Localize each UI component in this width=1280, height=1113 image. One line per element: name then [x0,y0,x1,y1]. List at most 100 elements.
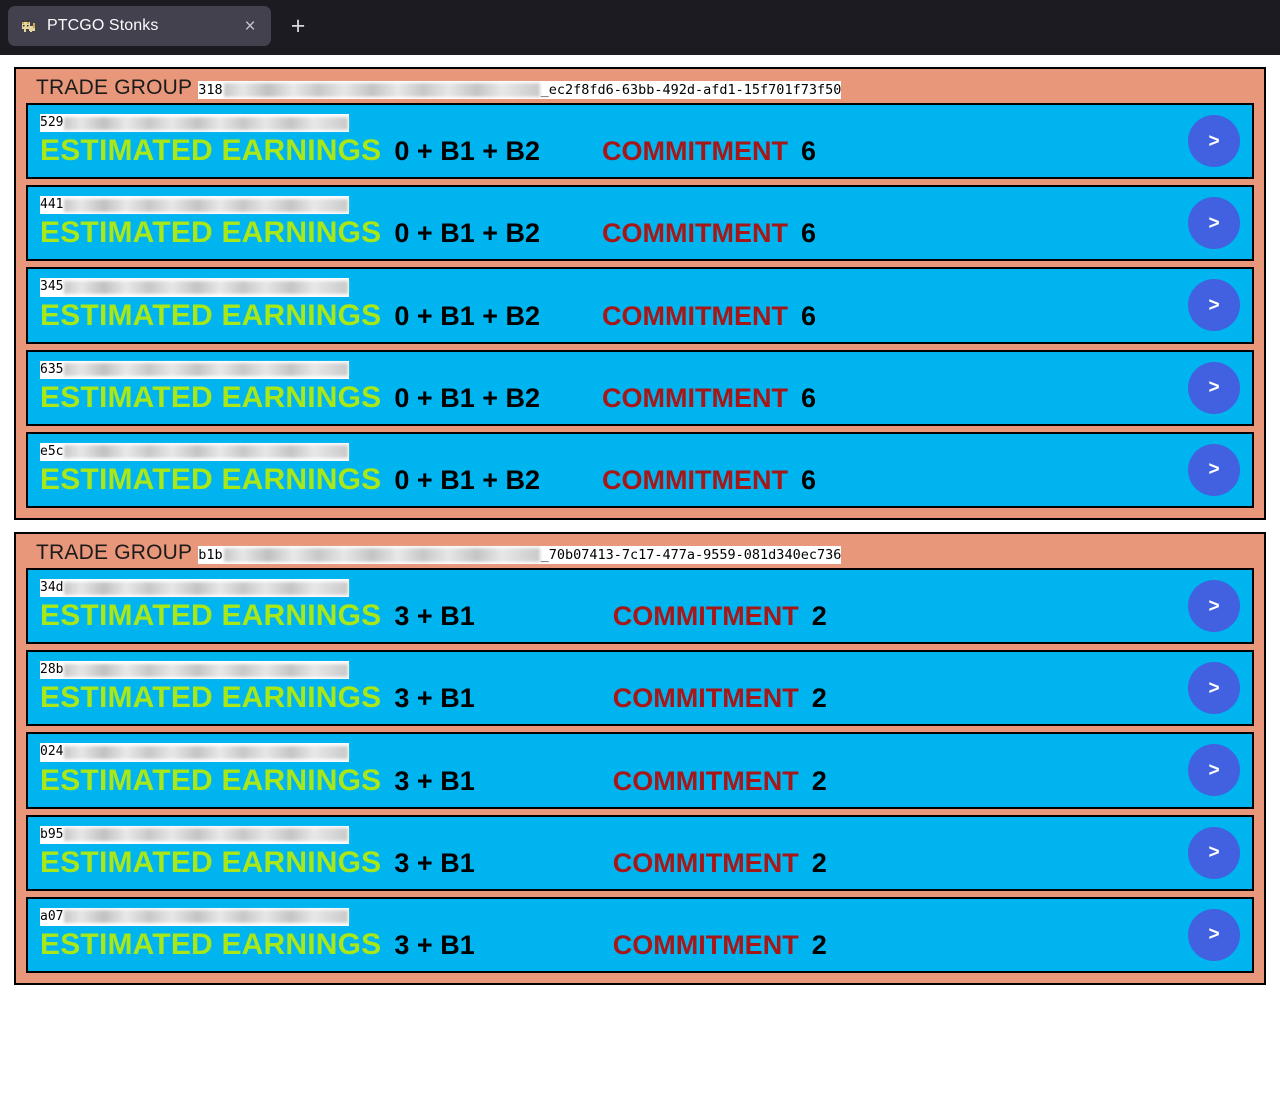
commitment-value: 2 [811,765,827,796]
chevron-right-icon: > [1208,924,1220,946]
trade-card-stats: ESTIMATED EARNINGS 0 + B1 + B2 COMMITMEN… [40,381,1242,415]
trade-card-2-2[interactable]: 28b ESTIMATED EARNINGS 3 + B1 COMMITMENT… [26,650,1254,727]
redacted-id-region [64,910,349,924]
redacted-id-region [64,363,349,377]
redacted-id-region [64,828,349,842]
trade-group-id: 318 _ec2f8fd6-63bb-492d-afd1-15f701f73f50 [198,81,842,100]
estimated-earnings-value: 3 + B1 [394,765,475,796]
trade-card-1-4[interactable]: 635 ESTIMATED EARNINGS 0 + B1 + B2 COMMI… [26,349,1254,426]
estimated-earnings-value: 3 + B1 [394,929,475,960]
trade-card-id-prefix: 024 [40,744,64,760]
open-trade-button[interactable]: > [1188,361,1240,414]
commitment-value: 2 [811,929,827,960]
commitment-value: 6 [800,382,816,413]
trade-group-header: TRADE GROUP 318 _ec2f8fd6-63bb-492d-afd1-… [26,75,1254,103]
trade-card-stats: ESTIMATED EARNINGS 3 + B1 COMMITMENT 2 [40,846,1242,880]
trade-card-stats: ESTIMATED EARNINGS 3 + B1 COMMITMENT 2 [40,599,1242,633]
trade-card-id-prefix: 28b [40,662,64,678]
trade-group-id: b1b _70b07413-7c17-477a-9559-081d340ec736 [198,545,842,565]
redacted-id-region [64,581,349,595]
commitment-label: COMMITMENT [602,464,788,495]
redacted-id-region [64,445,349,459]
commitment-value: 6 [800,464,816,495]
chevron-right-icon: > [1208,842,1220,864]
trade-group-1: TRADE GROUP 318 _ec2f8fd6-63bb-492d-afd1-… [14,67,1266,520]
estimated-earnings-label: ESTIMATED EARNINGS [40,134,382,168]
open-trade-button[interactable]: > [1188,279,1240,332]
trade-card-id-prefix: 635 [40,361,64,377]
trade-card-id-prefix: b95 [40,826,64,842]
commitment-value: 6 [800,218,816,249]
trade-card-id-prefix: 34d [40,579,64,595]
trade-card-1-3[interactable]: 345 ESTIMATED EARNINGS 0 + B1 + B2 COMMI… [26,267,1254,344]
trade-card-id: a07 [40,907,350,926]
trade-card-1-5[interactable]: e5c ESTIMATED EARNINGS 0 + B1 + B2 COMMI… [26,431,1254,508]
chevron-right-icon: > [1208,459,1220,481]
open-trade-button[interactable]: > [1188,197,1240,250]
trade-card-stats: ESTIMATED EARNINGS 3 + B1 COMMITMENT 2 [40,764,1242,798]
trade-card-id-prefix: a07 [40,908,64,924]
trade-card-id: 024 [40,743,350,762]
commitment-label: COMMITMENT [612,765,799,796]
trade-group-id-prefix: b1b [198,546,223,563]
estimated-earnings-label: ESTIMATED EARNINGS [40,216,382,250]
browser-tab[interactable]: PTCGO Stonks × [8,6,271,46]
open-trade-button[interactable]: > [1188,908,1240,961]
estimated-earnings-label: ESTIMATED EARNINGS [40,927,382,961]
trade-card-2-4[interactable]: b95 ESTIMATED EARNINGS 3 + B1 COMMITMENT… [26,814,1254,891]
trade-card-id: 345 [40,278,350,297]
open-trade-button[interactable]: > [1188,662,1240,715]
browser-tab-bar: PTCGO Stonks × + [0,0,1280,55]
chevron-right-icon: > [1208,130,1220,152]
trade-card-1-2[interactable]: 441 ESTIMATED EARNINGS 0 + B1 + B2 COMMI… [26,185,1254,262]
open-trade-button[interactable]: > [1188,443,1240,496]
trade-card-list: 34d ESTIMATED EARNINGS 3 + B1 COMMITMENT… [26,567,1254,973]
commitment-label: COMMITMENT [612,601,799,632]
estimated-earnings-value: 3 + B1 [394,683,475,714]
trade-group-header: TRADE GROUP b1b _70b07413-7c17-477a-9559-… [26,540,1254,568]
trade-group-label: TRADE GROUP [36,76,193,99]
open-trade-button[interactable]: > [1188,580,1240,633]
estimated-earnings-value: 0 + B1 + B2 [394,218,540,249]
commitment-label: COMMITMENT [612,847,799,878]
trade-card-1-1[interactable]: 529 ESTIMATED EARNINGS 0 + B1 + B2 COMMI… [26,103,1254,180]
trade-card-stats: ESTIMATED EARNINGS 3 + B1 COMMITMENT 2 [40,681,1242,715]
estimated-earnings-label: ESTIMATED EARNINGS [40,599,382,633]
open-trade-button[interactable]: > [1188,744,1240,797]
trade-card-id-prefix: e5c [40,443,64,459]
new-tab-button[interactable]: + [281,6,315,46]
trade-card-id: 529 [40,114,350,133]
trade-card-stats: ESTIMATED EARNINGS 0 + B1 + B2 COMMITMEN… [40,216,1242,250]
commitment-value: 2 [811,847,827,878]
trade-card-id: 34d [40,578,350,598]
trade-card-2-5[interactable]: a07 ESTIMATED EARNINGS 3 + B1 COMMITMENT… [26,896,1254,973]
commitment-label: COMMITMENT [602,300,788,331]
trade-card-stats: ESTIMATED EARNINGS 3 + B1 COMMITMENT 2 [40,928,1242,962]
trade-card-id: 635 [40,360,350,379]
estimated-earnings-value: 3 + B1 [394,847,475,878]
trade-card-2-3[interactable]: 024 ESTIMATED EARNINGS 3 + B1 COMMITMENT… [26,732,1254,809]
commitment-value: 6 [800,136,816,167]
trade-card-2-1[interactable]: 34d ESTIMATED EARNINGS 3 + B1 COMMITMENT… [26,567,1254,645]
trade-card-stats: ESTIMATED EARNINGS 0 + B1 + B2 COMMITMEN… [40,299,1242,333]
trade-card-id: b95 [40,825,350,844]
redacted-id-region [223,548,540,563]
commitment-value: 2 [811,601,827,632]
redacted-id-region [64,280,349,294]
open-trade-button[interactable]: > [1188,115,1240,168]
cat-favicon [20,17,38,35]
trade-group-id-suffix: _70b07413-7c17-477a-9559-081d340ec736 [540,546,842,563]
commitment-label: COMMITMENT [612,683,799,714]
commitment-label: COMMITMENT [602,136,788,167]
commitment-value: 2 [811,683,827,714]
open-trade-button[interactable]: > [1188,826,1240,879]
redacted-id-region [64,745,349,759]
close-icon[interactable]: × [239,15,261,37]
estimated-earnings-value: 3 + B1 [394,601,475,632]
trade-group-label: TRADE GROUP [36,540,193,564]
trade-card-id: 28b [40,661,350,680]
trade-group-id-suffix: _ec2f8fd6-63bb-492d-afd1-15f701f73f50 [540,82,842,98]
commitment-label: COMMITMENT [612,929,799,960]
trade-card-id: e5c [40,442,350,461]
trade-card-id-prefix: 345 [40,279,64,295]
